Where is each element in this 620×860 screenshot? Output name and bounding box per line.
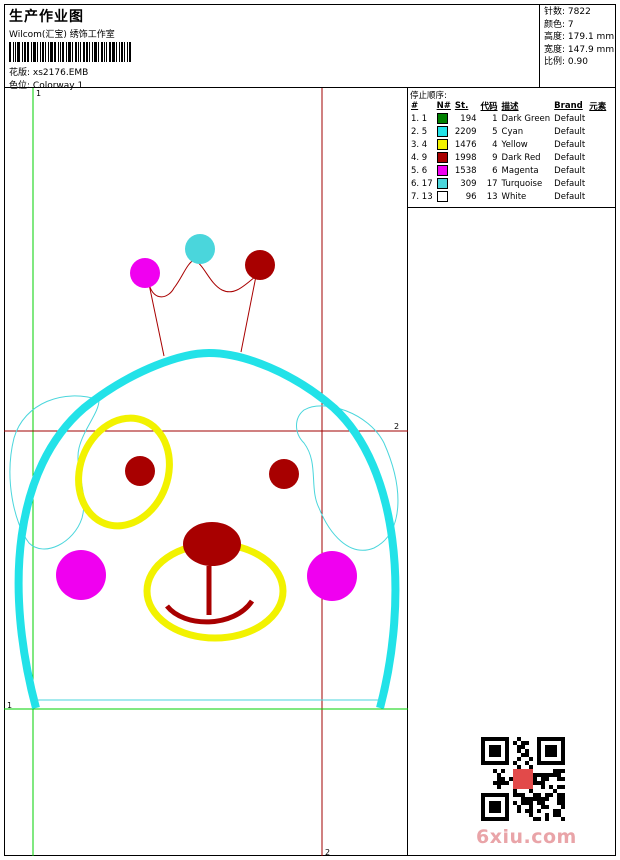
table-row: 2. 5 2209 5 Cyan Default	[409, 125, 608, 138]
desc-cell: Yellow	[501, 139, 528, 150]
col-stitches: St.	[454, 101, 469, 111]
element-cell	[587, 177, 608, 190]
table-row: 6. 17 309 17 Turquoise Default	[409, 177, 608, 190]
brand-cell: Default	[554, 126, 586, 137]
desc-cell: White	[501, 191, 527, 202]
element-cell	[587, 190, 608, 203]
stop-sequence-header: # N# St. 代码 描述 Brand 元素	[409, 100, 608, 112]
color-swatch	[435, 164, 453, 177]
crown-jewel-center	[185, 234, 215, 264]
col-brand: Brand	[554, 101, 583, 111]
code-cell: 4	[492, 139, 498, 150]
vendor-name: Wilcom(汇宝) 绣饰工作室	[9, 30, 115, 40]
stat-scale: 比例: 0.90	[544, 57, 588, 67]
code-cell: 5	[492, 126, 498, 137]
color-swatch	[435, 151, 453, 164]
stitch-cell: 1998	[454, 152, 477, 163]
code-cell: 13	[486, 191, 498, 202]
desc-cell: Turquoise	[501, 178, 543, 189]
brand-cell: Default	[554, 165, 586, 176]
nose	[183, 522, 241, 566]
crown-outline	[148, 259, 257, 357]
col-needle: N#	[436, 101, 451, 111]
col-seq: #	[411, 101, 419, 111]
brand-cell: Default	[554, 113, 586, 124]
guide-label-v1: 1	[36, 89, 41, 98]
brand-cell: Default	[554, 139, 586, 150]
qr-code	[481, 737, 565, 821]
guide-label-h1: 1	[7, 701, 12, 710]
col-desc: 描述	[501, 102, 519, 112]
element-cell	[587, 138, 608, 151]
element-cell	[587, 151, 608, 164]
element-cell	[587, 112, 608, 125]
stitch-cell: 96	[465, 191, 477, 202]
table-row: 7. 13 96 13 White Default	[409, 190, 608, 203]
stitch-cell: 309	[460, 178, 477, 189]
stats-box: 针数: 7822 颜色: 7 高度: 179.1 mm 宽度: 147.9 mm…	[539, 4, 616, 88]
pattern-name: 花版: xs2176.EMB	[9, 68, 89, 78]
seq-cell: 3. 4	[411, 139, 428, 150]
guide-label-h2: 2	[394, 422, 399, 431]
brand-cell: Default	[554, 178, 586, 189]
stitch-cell: 2209	[454, 126, 477, 137]
color-swatch	[435, 177, 453, 190]
seq-cell: 6. 17	[411, 178, 433, 189]
stat-width: 宽度: 147.9 mm	[544, 44, 615, 55]
right-cheek	[307, 551, 357, 601]
seq-cell: 4. 9	[411, 152, 428, 163]
desc-cell: Cyan	[501, 126, 524, 137]
color-swatch	[435, 125, 453, 138]
col-element: 元素	[589, 102, 607, 112]
color-swatch	[435, 138, 453, 151]
stat-stitch-count: 针数: 7822	[544, 7, 591, 17]
stop-sequence-table: # N# St. 代码 描述 Brand 元素 1. 1 194 1 Dark Gre…	[409, 100, 608, 203]
right-eye	[269, 459, 299, 489]
col-code: 代码	[480, 102, 498, 112]
code-cell: 1	[492, 113, 498, 124]
stitch-cell: 194	[460, 113, 477, 124]
design-canvas: 1 1 2 2	[4, 88, 408, 857]
left-cheek	[56, 550, 106, 600]
crown-jewel-right	[245, 250, 275, 280]
desc-cell: Dark Red	[501, 152, 541, 163]
table-row: 5. 6 1538 6 Magenta Default	[409, 164, 608, 177]
stat-height: 高度: 179.1 mm	[544, 32, 615, 42]
brand-cell: Default	[554, 191, 586, 202]
header-info: 生产作业图 Wilcom(汇宝) 绣饰工作室 花版: xs2176.EMB 色位…	[5, 5, 539, 91]
stitch-cell: 1476	[454, 139, 477, 150]
guide-label-v2: 2	[325, 848, 330, 856]
barcode	[9, 42, 139, 62]
stitch-cell: 1538	[454, 165, 477, 176]
seq-cell: 1. 1	[411, 113, 428, 124]
embroidery-design: 1 1 2 2	[4, 88, 408, 857]
desc-cell: Magenta	[501, 165, 539, 176]
table-row: 3. 4 1476 4 Yellow Default	[409, 138, 608, 151]
seq-cell: 2. 5	[411, 126, 428, 137]
code-cell: 17	[486, 178, 498, 189]
left-eye	[125, 456, 155, 486]
seq-cell: 5. 6	[411, 165, 428, 176]
site-watermark: 6xiu.com	[476, 826, 577, 848]
desc-cell: Dark Green	[501, 113, 551, 124]
brand-cell: Default	[554, 152, 586, 163]
stop-sequence-panel: 停止顺序: # N# St. 代码 描述 Brand 元素 1. 1 194 1 Da…	[408, 88, 616, 208]
code-cell: 9	[492, 152, 498, 163]
code-cell: 6	[492, 165, 498, 176]
crown-jewel-left	[130, 258, 160, 288]
element-cell	[587, 125, 608, 138]
table-row: 4. 9 1998 9 Dark Red Default	[409, 151, 608, 164]
table-row: 1. 1 194 1 Dark Green Default	[409, 112, 608, 125]
color-swatch	[435, 190, 453, 203]
stat-colors: 颜色: 7	[544, 19, 574, 30]
seq-cell: 7. 13	[411, 191, 433, 202]
page-title: 生产作业图	[9, 9, 84, 25]
color-swatch	[435, 112, 453, 125]
element-cell	[587, 164, 608, 177]
